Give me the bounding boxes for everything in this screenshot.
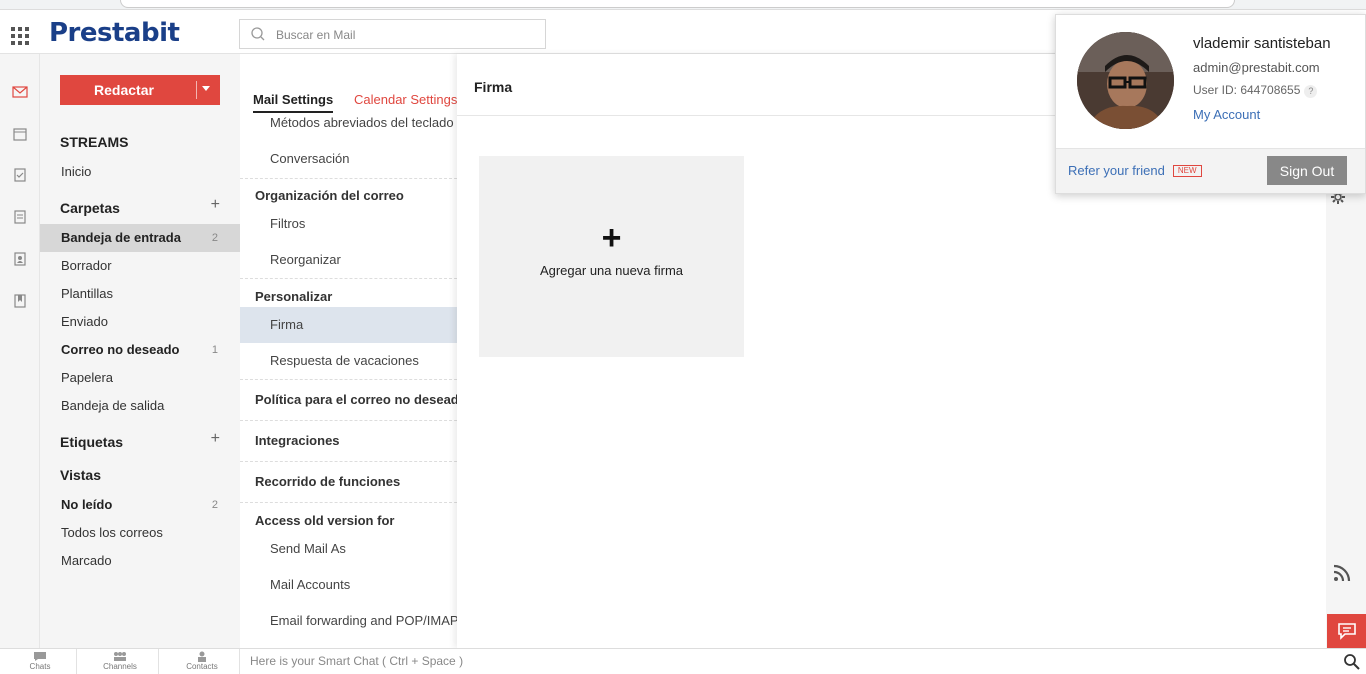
sidebar-item-sent[interactable]: Enviado <box>40 308 240 336</box>
new-badge: NEW <box>1172 165 1202 177</box>
add-signature-label: Agregar una nueva firma <box>539 263 684 278</box>
sidebar-item-flagged[interactable]: Marcado <box>40 547 240 575</box>
profile-name: vlademir santisteban <box>1193 35 1331 52</box>
sidebar-item-templates[interactable]: Plantillas <box>40 280 240 308</box>
app-logo[interactable]: Prestabit <box>49 18 180 48</box>
chat-bubble-button[interactable] <box>1327 614 1366 648</box>
search-input[interactable] <box>276 25 536 45</box>
bottom-bar: Chats Channels Contacts Here is your Sma… <box>0 648 1366 674</box>
unread-count: 2 <box>211 232 218 244</box>
settings-item-spam-policy[interactable]: Política para el correo no deseado <box>240 392 457 407</box>
chat-icon <box>34 652 46 661</box>
sidebar-item-outbox[interactable]: Bandeja de salida <box>40 392 240 420</box>
add-folder-icon[interactable]: + <box>211 196 220 214</box>
search-box[interactable] <box>239 19 546 49</box>
profile-photo <box>1077 32 1174 129</box>
help-icon[interactable]: ? <box>1304 85 1318 98</box>
settings-item-conversation[interactable]: Conversación <box>240 141 457 177</box>
unread-count: 2 <box>211 499 218 511</box>
mail-icon[interactable] <box>11 83 29 101</box>
contacts-button[interactable]: Contacts <box>162 651 242 673</box>
channels-icon <box>114 652 126 661</box>
settings-item-mail-accounts[interactable]: Mail Accounts <box>240 567 457 603</box>
search-icon[interactable] <box>1343 653 1361 671</box>
smart-chat-input[interactable]: Here is your Smart Chat ( Ctrl + Space ) <box>250 654 463 668</box>
contacts-icon[interactable] <box>11 250 29 268</box>
contact-icon <box>198 651 206 662</box>
avatar[interactable] <box>1077 32 1174 129</box>
apps-grid-icon[interactable] <box>11 27 29 45</box>
browser-toolbar <box>0 0 1366 10</box>
sidebar-item-spam[interactable]: Correo no deseado 1 <box>40 336 240 364</box>
settings-panel: Mail Settings Calendar Settings Métodos … <box>240 54 457 648</box>
compose-label: Redactar <box>94 82 154 98</box>
compose-button[interactable]: Redactar <box>60 75 220 105</box>
unread-count: 1 <box>211 344 218 356</box>
bookmarks-icon[interactable] <box>11 292 29 310</box>
settings-item-vacation[interactable]: Respuesta de vacaciones <box>240 343 457 379</box>
settings-heading-customize: Personalizar <box>255 289 333 304</box>
channels-button[interactable]: Channels <box>80 651 160 673</box>
plus-icon: + <box>601 219 622 257</box>
tags-heading[interactable]: Etiquetas <box>60 434 123 450</box>
search-icon <box>251 27 265 41</box>
settings-item-tour[interactable]: Recorrido de funciones <box>240 474 457 489</box>
profile-popup: vlademir santisteban admin@prestabit.com… <box>1055 14 1366 194</box>
profile-email: admin@prestabit.com <box>1193 60 1320 75</box>
settings-item-filters[interactable]: Filtros <box>240 206 457 242</box>
streams-heading[interactable]: STREAMS <box>60 134 128 150</box>
refer-friend-link[interactable]: Refer your friend NEW <box>1068 163 1202 178</box>
sidebar-item-drafts[interactable]: Borrador <box>40 252 240 280</box>
settings-item-reorganize[interactable]: Reorganizar <box>240 242 457 278</box>
settings-item-shortcuts[interactable]: Métodos abreviados del teclado <box>240 105 457 141</box>
sidebar-item-unread[interactable]: No leído 2 <box>40 491 240 519</box>
views-heading[interactable]: Vistas <box>60 467 101 483</box>
add-tag-icon[interactable]: + <box>211 430 220 448</box>
folders-heading[interactable]: Carpetas <box>60 200 120 216</box>
settings-item-signature[interactable]: Firma <box>240 307 457 343</box>
sidebar-item-inbox[interactable]: Bandeja de entrada 2 <box>40 224 240 252</box>
sidebar-item-all-mail[interactable]: Todos los correos <box>40 519 240 547</box>
calendar-icon[interactable] <box>11 125 29 143</box>
add-signature-card[interactable]: + Agregar una nueva firma <box>479 156 744 357</box>
tasks-icon[interactable] <box>11 166 29 184</box>
sidebar-item-trash[interactable]: Papelera <box>40 364 240 392</box>
profile-user-id: User ID: 644708655? <box>1193 83 1318 98</box>
rss-icon[interactable] <box>1332 563 1352 583</box>
settings-item-send-as[interactable]: Send Mail As <box>240 531 457 567</box>
page-title: Firma <box>474 79 513 95</box>
settings-item-integrations[interactable]: Integraciones <box>240 433 457 448</box>
settings-heading-organization: Organización del correo <box>255 188 404 203</box>
my-account-link[interactable]: My Account <box>1193 107 1260 122</box>
chat-icon <box>1338 623 1356 640</box>
settings-item-forwarding[interactable]: Email forwarding and POP/IMAP <box>240 603 457 639</box>
chats-button[interactable]: Chats <box>0 651 80 673</box>
profile-footer: Refer your friend NEW Sign Out <box>1056 148 1365 193</box>
chevron-down-icon[interactable] <box>202 86 210 91</box>
app-rail <box>0 54 40 648</box>
settings-heading-old-version: Access old version for <box>255 513 395 528</box>
sidebar-item-inicio[interactable]: Inicio <box>40 158 240 186</box>
notes-icon[interactable] <box>11 208 29 226</box>
address-bar[interactable] <box>120 0 1235 8</box>
folder-sidebar: Redactar STREAMS Inicio Carpetas + Bande… <box>40 54 240 648</box>
sign-out-button[interactable]: Sign Out <box>1267 156 1347 185</box>
